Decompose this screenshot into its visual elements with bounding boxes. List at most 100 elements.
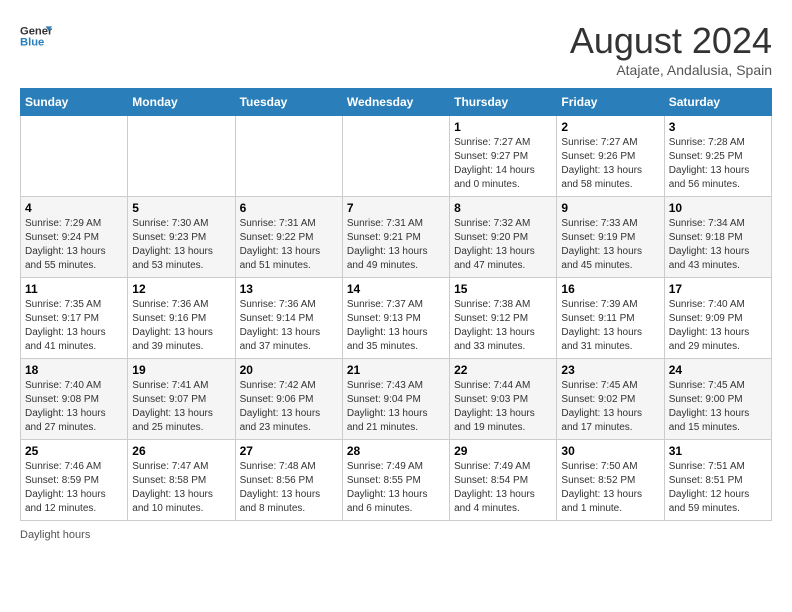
calendar-cell: 17 Sunrise: 7:40 AM Sunset: 9:09 PM Dayli… (664, 278, 771, 359)
day-info: Sunrise: 7:48 AM Sunset: 8:56 PM Dayligh… (240, 460, 338, 516)
day-number: 3 (669, 120, 767, 134)
day-info: Sunrise: 7:36 AM Sunset: 9:16 PM Dayligh… (132, 298, 230, 354)
week-row-1: 1Sunrise: 7:27 AM Sunset: 9:27 PM Daylig… (21, 116, 772, 197)
calendar-table: SundayMondayTuesdayWednesdayThursdayFrid… (20, 88, 772, 521)
calendar-cell: 20 Sunrise: 7:42 AM Sunset: 9:06 PM Dayli… (235, 359, 342, 440)
calendar-cell: 25Sunrise: 7:46 AM Sunset: 8:59 PM Dayli… (21, 440, 128, 521)
day-number: 5 (132, 201, 230, 215)
day-number: 15 (454, 282, 552, 296)
calendar-cell: 4 Sunrise: 7:29 AM Sunset: 9:24 PM Daylig… (21, 197, 128, 278)
day-info: Sunrise: 7:28 AM Sunset: 9:25 PM Dayligh… (669, 136, 767, 192)
calendar-cell: 29 Sunrise: 7:49 AM Sunset: 8:54 PM Dayli… (450, 440, 557, 521)
calendar-cell: 18 Sunrise: 7:40 AM Sunset: 9:08 PM Dayli… (21, 359, 128, 440)
day-info: Sunrise: 7:45 AM Sunset: 9:00 PM Dayligh… (669, 379, 767, 435)
day-number: 4 (25, 201, 123, 215)
day-number: 23 (561, 363, 659, 377)
calendar-cell: 24 Sunrise: 7:45 AM Sunset: 9:00 PM Dayli… (664, 359, 771, 440)
day-header-thursday: Thursday (450, 89, 557, 116)
footer: Daylight hours (20, 529, 772, 541)
day-info: Sunrise: 7:47 AM Sunset: 8:58 PM Dayligh… (132, 460, 230, 516)
day-info: Sunrise: 7:49 AM Sunset: 8:55 PM Dayligh… (347, 460, 445, 516)
day-header-sunday: Sunday (21, 89, 128, 116)
calendar-cell (21, 116, 128, 197)
day-info: Sunrise: 7:36 AM Sunset: 9:14 PM Dayligh… (240, 298, 338, 354)
day-info: Sunrise: 7:40 AM Sunset: 9:09 PM Dayligh… (669, 298, 767, 354)
calendar-cell (235, 116, 342, 197)
day-info: Sunrise: 7:46 AM Sunset: 8:59 PM Dayligh… (25, 460, 123, 516)
day-info: Sunrise: 7:31 AM Sunset: 9:22 PM Dayligh… (240, 217, 338, 273)
calendar-cell: 3 Sunrise: 7:28 AM Sunset: 9:25 PM Daylig… (664, 116, 771, 197)
day-header-friday: Friday (557, 89, 664, 116)
week-row-5: 25Sunrise: 7:46 AM Sunset: 8:59 PM Dayli… (21, 440, 772, 521)
day-number: 6 (240, 201, 338, 215)
calendar-cell: 2 Sunrise: 7:27 AM Sunset: 9:26 PM Daylig… (557, 116, 664, 197)
day-number: 11 (25, 282, 123, 296)
calendar-cell: 1Sunrise: 7:27 AM Sunset: 9:27 PM Daylig… (450, 116, 557, 197)
day-number: 12 (132, 282, 230, 296)
calendar-cell: 27 Sunrise: 7:48 AM Sunset: 8:56 PM Dayli… (235, 440, 342, 521)
day-number: 22 (454, 363, 552, 377)
logo-icon: General Blue (20, 20, 52, 52)
calendar-cell (342, 116, 449, 197)
day-info: Sunrise: 7:33 AM Sunset: 9:19 PM Dayligh… (561, 217, 659, 273)
daylight-label: Daylight hours (20, 529, 90, 541)
calendar-cell: 8 Sunrise: 7:32 AM Sunset: 9:20 PM Daylig… (450, 197, 557, 278)
calendar-cell: 26 Sunrise: 7:47 AM Sunset: 8:58 PM Dayli… (128, 440, 235, 521)
calendar-cell: 6 Sunrise: 7:31 AM Sunset: 9:22 PM Daylig… (235, 197, 342, 278)
day-number: 7 (347, 201, 445, 215)
day-info: Sunrise: 7:35 AM Sunset: 9:17 PM Dayligh… (25, 298, 123, 354)
day-info: Sunrise: 7:29 AM Sunset: 9:24 PM Dayligh… (25, 217, 123, 273)
calendar-cell: 10Sunrise: 7:34 AM Sunset: 9:18 PM Dayli… (664, 197, 771, 278)
title-block: August 2024 Atajate, Andalusia, Spain (570, 20, 772, 78)
day-info: Sunrise: 7:38 AM Sunset: 9:12 PM Dayligh… (454, 298, 552, 354)
calendar-cell: 5Sunrise: 7:30 AM Sunset: 9:23 PM Daylig… (128, 197, 235, 278)
day-number: 30 (561, 444, 659, 458)
day-number: 20 (240, 363, 338, 377)
day-info: Sunrise: 7:44 AM Sunset: 9:03 PM Dayligh… (454, 379, 552, 435)
day-info: Sunrise: 7:34 AM Sunset: 9:18 PM Dayligh… (669, 217, 767, 273)
day-number: 16 (561, 282, 659, 296)
day-header-monday: Monday (128, 89, 235, 116)
day-number: 19 (132, 363, 230, 377)
day-info: Sunrise: 7:41 AM Sunset: 9:07 PM Dayligh… (132, 379, 230, 435)
day-number: 21 (347, 363, 445, 377)
day-number: 8 (454, 201, 552, 215)
day-number: 18 (25, 363, 123, 377)
calendar-cell: 31 Sunrise: 7:51 AM Sunset: 8:51 PM Dayli… (664, 440, 771, 521)
calendar-cell: 9Sunrise: 7:33 AM Sunset: 9:19 PM Daylig… (557, 197, 664, 278)
day-info: Sunrise: 7:27 AM Sunset: 9:26 PM Dayligh… (561, 136, 659, 192)
day-info: Sunrise: 7:49 AM Sunset: 8:54 PM Dayligh… (454, 460, 552, 516)
day-number: 2 (561, 120, 659, 134)
week-row-3: 11 Sunrise: 7:35 AM Sunset: 9:17 PM Dayli… (21, 278, 772, 359)
day-info: Sunrise: 7:32 AM Sunset: 9:20 PM Dayligh… (454, 217, 552, 273)
calendar-cell (128, 116, 235, 197)
day-number: 17 (669, 282, 767, 296)
svg-text:Blue: Blue (20, 37, 44, 49)
logo: General Blue (20, 20, 52, 52)
day-info: Sunrise: 7:51 AM Sunset: 8:51 PM Dayligh… (669, 460, 767, 516)
calendar-cell: 16 Sunrise: 7:39 AM Sunset: 9:11 PM Dayli… (557, 278, 664, 359)
day-number: 31 (669, 444, 767, 458)
day-number: 28 (347, 444, 445, 458)
day-header-wednesday: Wednesday (342, 89, 449, 116)
day-info: Sunrise: 7:43 AM Sunset: 9:04 PM Dayligh… (347, 379, 445, 435)
calendar-cell: 15 Sunrise: 7:38 AM Sunset: 9:12 PM Dayli… (450, 278, 557, 359)
day-number: 13 (240, 282, 338, 296)
day-number: 27 (240, 444, 338, 458)
calendar-cell: 12 Sunrise: 7:36 AM Sunset: 9:16 PM Dayli… (128, 278, 235, 359)
day-number: 14 (347, 282, 445, 296)
day-number: 26 (132, 444, 230, 458)
day-header-saturday: Saturday (664, 89, 771, 116)
day-info: Sunrise: 7:42 AM Sunset: 9:06 PM Dayligh… (240, 379, 338, 435)
day-info: Sunrise: 7:39 AM Sunset: 9:11 PM Dayligh… (561, 298, 659, 354)
location-subtitle: Atajate, Andalusia, Spain (570, 62, 772, 78)
week-row-4: 18 Sunrise: 7:40 AM Sunset: 9:08 PM Dayli… (21, 359, 772, 440)
calendar-cell: 21 Sunrise: 7:43 AM Sunset: 9:04 PM Dayli… (342, 359, 449, 440)
day-number: 24 (669, 363, 767, 377)
calendar-cell: 23Sunrise: 7:45 AM Sunset: 9:02 PM Dayli… (557, 359, 664, 440)
calendar-cell: 19 Sunrise: 7:41 AM Sunset: 9:07 PM Dayli… (128, 359, 235, 440)
day-info: Sunrise: 7:40 AM Sunset: 9:08 PM Dayligh… (25, 379, 123, 435)
calendar-cell: 7Sunrise: 7:31 AM Sunset: 9:21 PM Daylig… (342, 197, 449, 278)
day-number: 29 (454, 444, 552, 458)
calendar-cell: 13 Sunrise: 7:36 AM Sunset: 9:14 PM Dayli… (235, 278, 342, 359)
